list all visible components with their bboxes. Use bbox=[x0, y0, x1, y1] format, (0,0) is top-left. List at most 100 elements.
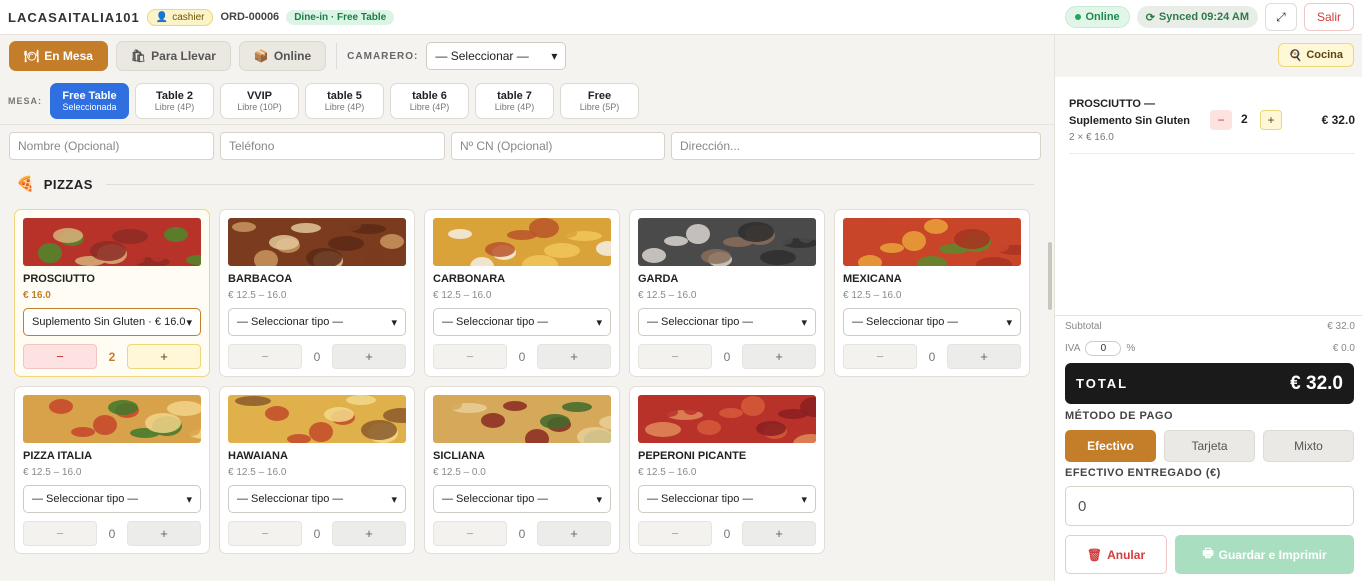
increase-button[interactable]: + bbox=[127, 521, 201, 546]
order-id: ORD-00006 bbox=[220, 11, 280, 23]
variant-value: — Seleccionar tipo — bbox=[647, 493, 754, 505]
decrease-button[interactable]: − bbox=[23, 521, 97, 546]
product-name: CARBONARA bbox=[433, 273, 506, 285]
table-name: VVIP bbox=[246, 89, 273, 102]
quantity-value: 0 bbox=[518, 349, 526, 364]
table-option[interactable]: Table 2 Libre (4P) bbox=[135, 82, 214, 119]
variant-select[interactable]: — Seleccionar tipo — ▾ bbox=[638, 308, 816, 336]
product-grid: PROSCIUTTO € 16.0 Suplemento Sin Gluten … bbox=[14, 209, 1034, 554]
fullscreen-button[interactable]: ⤢ bbox=[1264, 3, 1297, 31]
variant-select[interactable]: — Seleccionar tipo — ▾ bbox=[228, 485, 406, 513]
variant-select[interactable]: — Seleccionar tipo — ▾ bbox=[228, 308, 406, 336]
variant-select[interactable]: Suplemento Sin Gluten · € 16.0 ▾ bbox=[23, 308, 201, 336]
product-card[interactable]: PIZZA ITALIA € 12.5 – 16.0 — Seleccionar… bbox=[14, 386, 210, 554]
chevron-down-icon: ▾ bbox=[596, 316, 602, 329]
decrease-button[interactable]: − bbox=[1210, 110, 1232, 130]
decrease-button[interactable]: − bbox=[638, 344, 712, 369]
product-card[interactable]: SICLIANA € 12.5 – 0.0 — Seleccionar tipo… bbox=[424, 386, 620, 554]
chevron-down-icon: ▾ bbox=[551, 49, 558, 63]
decrease-button[interactable]: − bbox=[23, 344, 97, 369]
table-option[interactable]: Free Table Seleccionada bbox=[50, 82, 129, 119]
product-card[interactable]: GARDA € 12.5 – 16.0 — Seleccionar tipo —… bbox=[629, 209, 825, 377]
variant-select[interactable]: — Seleccionar tipo — ▾ bbox=[638, 485, 816, 513]
pay-card-button[interactable]: Tarjeta bbox=[1164, 430, 1255, 462]
product-card[interactable]: HAWAIANA € 12.5 – 16.0 — Seleccionar tip… bbox=[219, 386, 415, 554]
role-badge: 👤 cashier bbox=[146, 8, 214, 26]
order-actions: 🗑 Anular 🖶 Guardar e Imprimir bbox=[1065, 535, 1354, 574]
decrease-button[interactable]: − bbox=[433, 521, 507, 546]
order-item: PROSCIUTTO — Suplemento Sin Gluten 2 × €… bbox=[1069, 96, 1355, 154]
product-image bbox=[228, 395, 406, 443]
table-status: Libre (5P) bbox=[579, 101, 620, 112]
pay-cash-button[interactable]: Efectivo bbox=[1065, 430, 1156, 462]
trash-icon: 🗑 bbox=[1086, 547, 1103, 562]
order-panel: PROSCIUTTO — Suplemento Sin Gluten 2 × €… bbox=[1054, 77, 1362, 581]
bag-icon: 🛍 bbox=[130, 49, 147, 63]
product-card[interactable]: CARBONARA € 12.5 – 16.0 — Seleccionar ti… bbox=[424, 209, 620, 377]
product-card[interactable]: BARBACOA € 12.5 – 16.0 — Seleccionar tip… bbox=[219, 209, 415, 377]
increase-button[interactable]: + bbox=[947, 344, 1021, 369]
table-option[interactable]: table 7 Libre (4P) bbox=[475, 82, 554, 119]
decrease-button[interactable]: − bbox=[843, 344, 917, 369]
iva-amount: € 0.0 bbox=[1332, 343, 1355, 354]
scrollbar[interactable] bbox=[1048, 242, 1052, 310]
product-name: MEXICANA bbox=[843, 273, 902, 285]
product-price: € 12.5 – 16.0 bbox=[433, 290, 492, 301]
product-card[interactable]: PROSCIUTTO € 16.0 Suplemento Sin Gluten … bbox=[14, 209, 210, 377]
table-option[interactable]: table 5 Libre (4P) bbox=[305, 82, 384, 119]
logout-button[interactable]: Salir bbox=[1303, 3, 1354, 31]
product-card[interactable]: PEPERONI PICANTE € 12.5 – 16.0 — Selecci… bbox=[629, 386, 825, 554]
increase-button[interactable]: + bbox=[127, 344, 201, 369]
decrease-button[interactable]: − bbox=[433, 344, 507, 369]
cn-input[interactable]: Nº CN (Opcional) bbox=[451, 132, 665, 160]
product-image bbox=[638, 395, 816, 443]
decrease-button[interactable]: − bbox=[638, 521, 712, 546]
variant-select[interactable]: — Seleccionar tipo — ▾ bbox=[23, 485, 201, 513]
cancel-order-button[interactable]: 🗑 Anular bbox=[1065, 535, 1167, 574]
mode-dine-in-button[interactable]: 🍽 En Mesa bbox=[9, 41, 108, 71]
table-option[interactable]: table 6 Libre (4P) bbox=[390, 82, 469, 119]
table-selector: MESA: Free Table Seleccionada Table 2 Libr… bbox=[0, 77, 1054, 125]
total-bar: TOTAL € 32.0 bbox=[1065, 363, 1354, 404]
increase-button[interactable]: + bbox=[332, 344, 406, 369]
increase-button[interactable]: + bbox=[742, 521, 816, 546]
quantity-stepper: − 0 + bbox=[228, 344, 406, 369]
quantity-value: 0 bbox=[313, 349, 321, 364]
product-price: € 12.5 – 16.0 bbox=[228, 467, 287, 478]
quantity-stepper: − 0 + bbox=[23, 521, 201, 546]
customer-name-input[interactable]: Nombre (Opcional) bbox=[9, 132, 214, 160]
pay-mixed-button[interactable]: Mixto bbox=[1263, 430, 1354, 462]
printer-icon: 🖶 bbox=[1202, 546, 1214, 560]
decrease-button[interactable]: − bbox=[228, 521, 302, 546]
payment-methods: Efectivo Tarjeta Mixto bbox=[1065, 430, 1354, 462]
chevron-down-icon: ▾ bbox=[186, 316, 192, 329]
increase-button[interactable]: + bbox=[332, 521, 406, 546]
increase-button[interactable]: + bbox=[742, 344, 816, 369]
product-card[interactable]: MEXICANA € 12.5 – 16.0 — Seleccionar tip… bbox=[834, 209, 1030, 377]
phone-input[interactable]: Teléfono bbox=[220, 132, 445, 160]
address-input[interactable]: Dirección... bbox=[671, 132, 1041, 160]
waiter-select[interactable]: — Seleccionar — ▾ bbox=[426, 42, 567, 70]
variant-select[interactable]: — Seleccionar tipo — ▾ bbox=[433, 485, 611, 513]
decrease-button[interactable]: − bbox=[228, 344, 302, 369]
iva-input[interactable]: 0 bbox=[1085, 341, 1122, 356]
table-option[interactable]: VVIP Libre (10P) bbox=[220, 82, 299, 119]
product-name: PROSCIUTTO bbox=[23, 273, 95, 285]
table-option[interactable]: Free Libre (5P) bbox=[560, 82, 639, 119]
cash-given-input[interactable]: 0 bbox=[1065, 486, 1354, 526]
quantity-value: 0 bbox=[723, 526, 731, 541]
save-print-button[interactable]: 🖶 Guardar e Imprimir bbox=[1175, 535, 1354, 574]
table-name: Free bbox=[587, 89, 612, 102]
variant-select[interactable]: — Seleccionar tipo — ▾ bbox=[433, 308, 611, 336]
mode-online-button[interactable]: 📦 Online bbox=[238, 41, 327, 71]
increase-button[interactable]: + bbox=[537, 521, 611, 546]
category-title: PIZZAS bbox=[43, 176, 93, 192]
variant-select[interactable]: — Seleccionar tipo — ▾ bbox=[843, 308, 1021, 336]
kitchen-button[interactable]: 🍳 Cocina bbox=[1277, 43, 1354, 67]
increase-button[interactable]: + bbox=[537, 344, 611, 369]
increase-button[interactable]: + bbox=[1260, 110, 1282, 130]
quantity-stepper: − 0 + bbox=[228, 521, 406, 546]
table-icon: 🍽 bbox=[24, 49, 40, 63]
mode-takeaway-button[interactable]: 🛍 Para Llevar bbox=[115, 41, 231, 71]
quantity-stepper: − 0 + bbox=[638, 344, 816, 369]
